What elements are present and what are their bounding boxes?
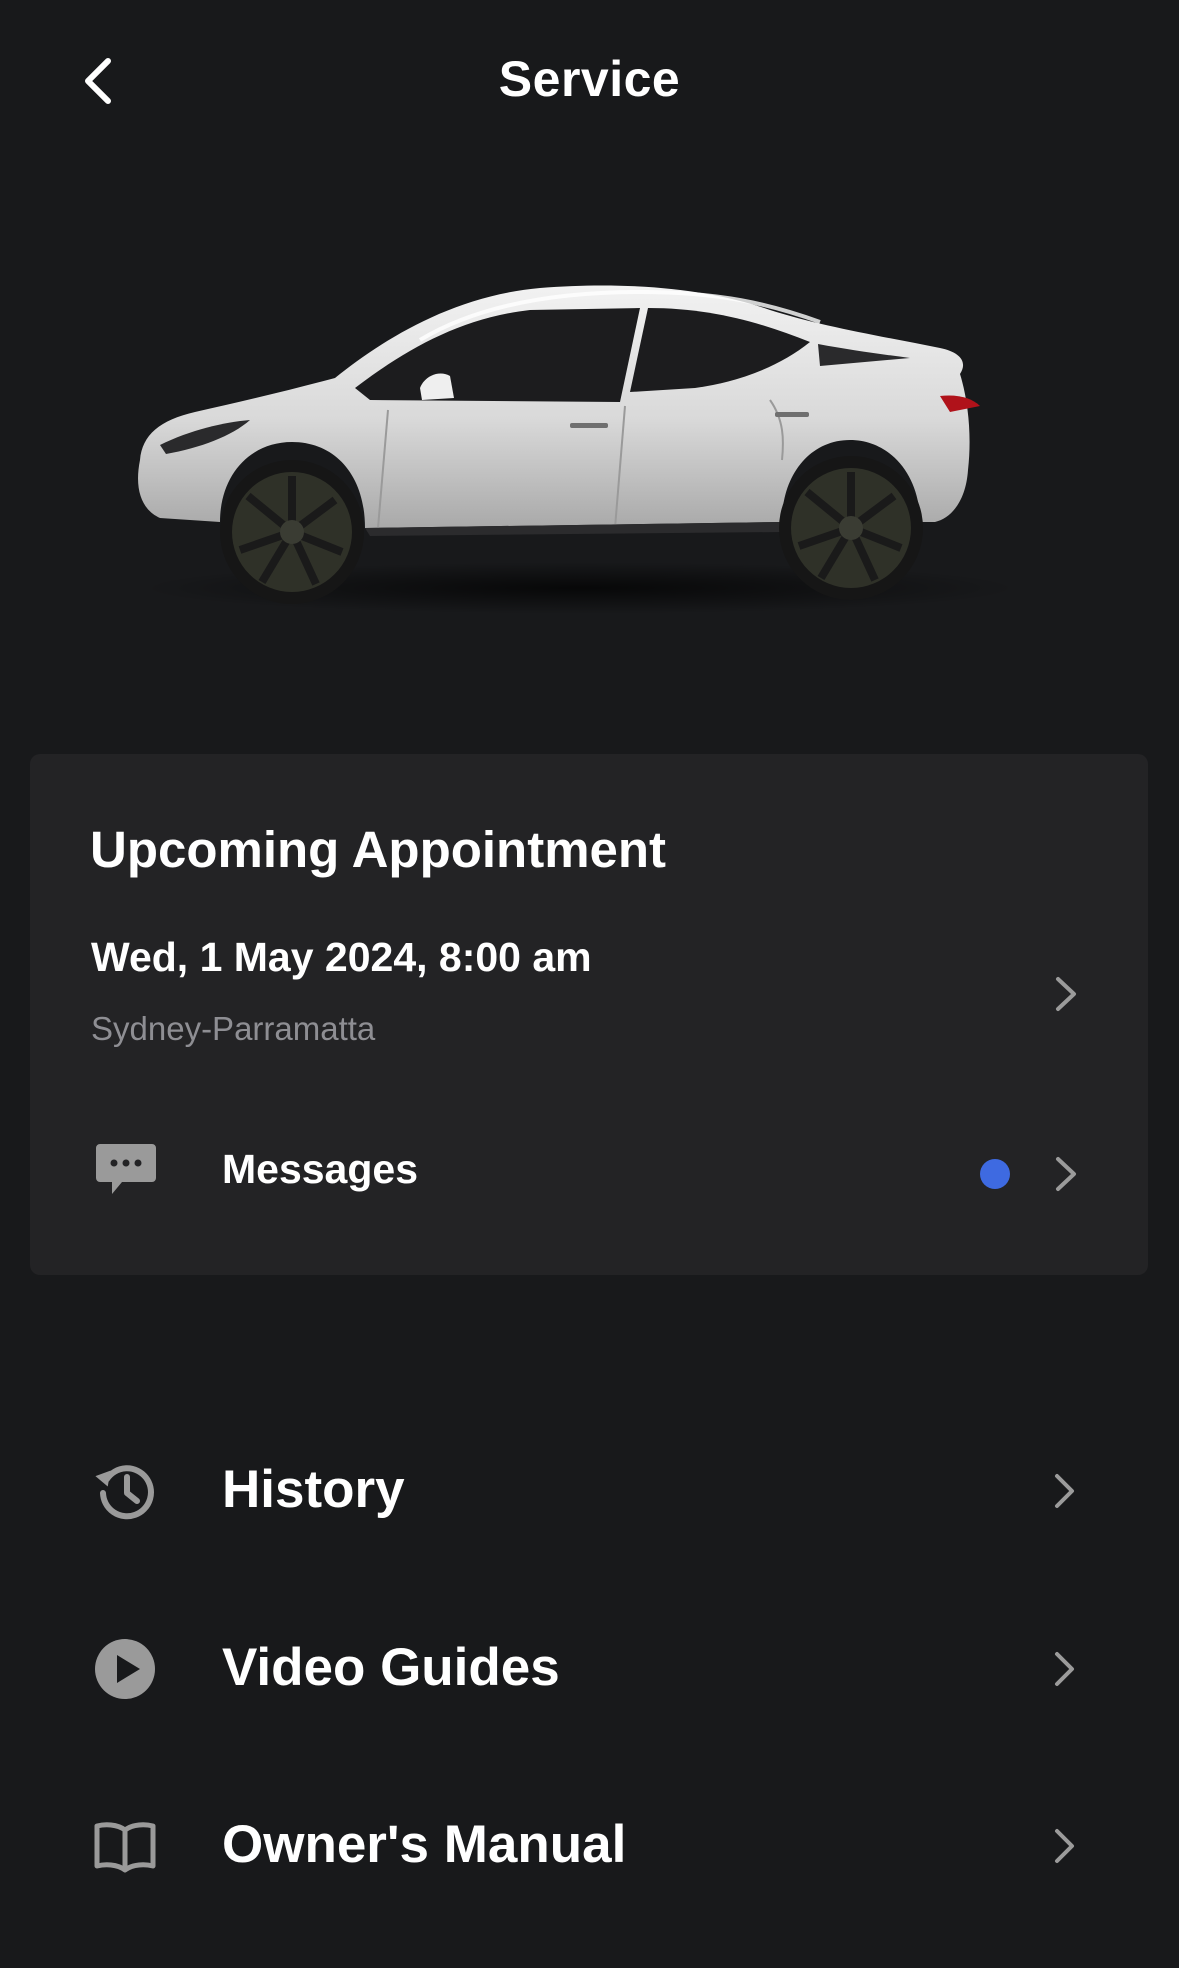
chevron-right-icon bbox=[1055, 1652, 1074, 1686]
messages-label: Messages bbox=[222, 1146, 419, 1192]
chat-bubble-icon bbox=[96, 1144, 156, 1194]
menu-item-owners-manual[interactable]: Owner's Manual bbox=[0, 1770, 1179, 1920]
top-bar: Service bbox=[0, 0, 1179, 170]
menu-item-label: Owner's Manual bbox=[222, 1815, 627, 1874]
messages-row[interactable]: Messages bbox=[30, 1124, 1148, 1224]
play-circle-icon bbox=[95, 1639, 155, 1699]
menu-item-history[interactable]: History bbox=[0, 1415, 1179, 1565]
appointment-details-row[interactable]: Wed, 1 May 2024, 8:00 am Sydney-Parramat… bbox=[30, 924, 1148, 1054]
chevron-right-icon bbox=[1056, 1157, 1076, 1191]
chevron-right-icon bbox=[1056, 977, 1076, 1011]
menu-item-label: Video Guides bbox=[222, 1638, 560, 1697]
unread-indicator bbox=[980, 1159, 1010, 1189]
page-title: Service bbox=[498, 51, 681, 107]
appointment-heading: Upcoming Appointment bbox=[90, 821, 667, 878]
chevron-right-icon bbox=[1055, 1829, 1074, 1863]
menu-item-video-guides[interactable]: Video Guides bbox=[0, 1593, 1179, 1743]
menu-item-label: History bbox=[222, 1460, 405, 1519]
appointment-date: Wed, 1 May 2024, 8:00 am bbox=[91, 934, 592, 980]
vehicle-image bbox=[120, 270, 1060, 630]
appointment-card: Upcoming Appointment Wed, 1 May 2024, 8:… bbox=[30, 754, 1148, 1275]
appointment-location: Sydney-Parramatta bbox=[91, 1010, 376, 1047]
open-book-icon bbox=[94, 1822, 156, 1873]
history-clock-icon bbox=[95, 1465, 154, 1520]
chevron-right-icon bbox=[1055, 1474, 1074, 1508]
